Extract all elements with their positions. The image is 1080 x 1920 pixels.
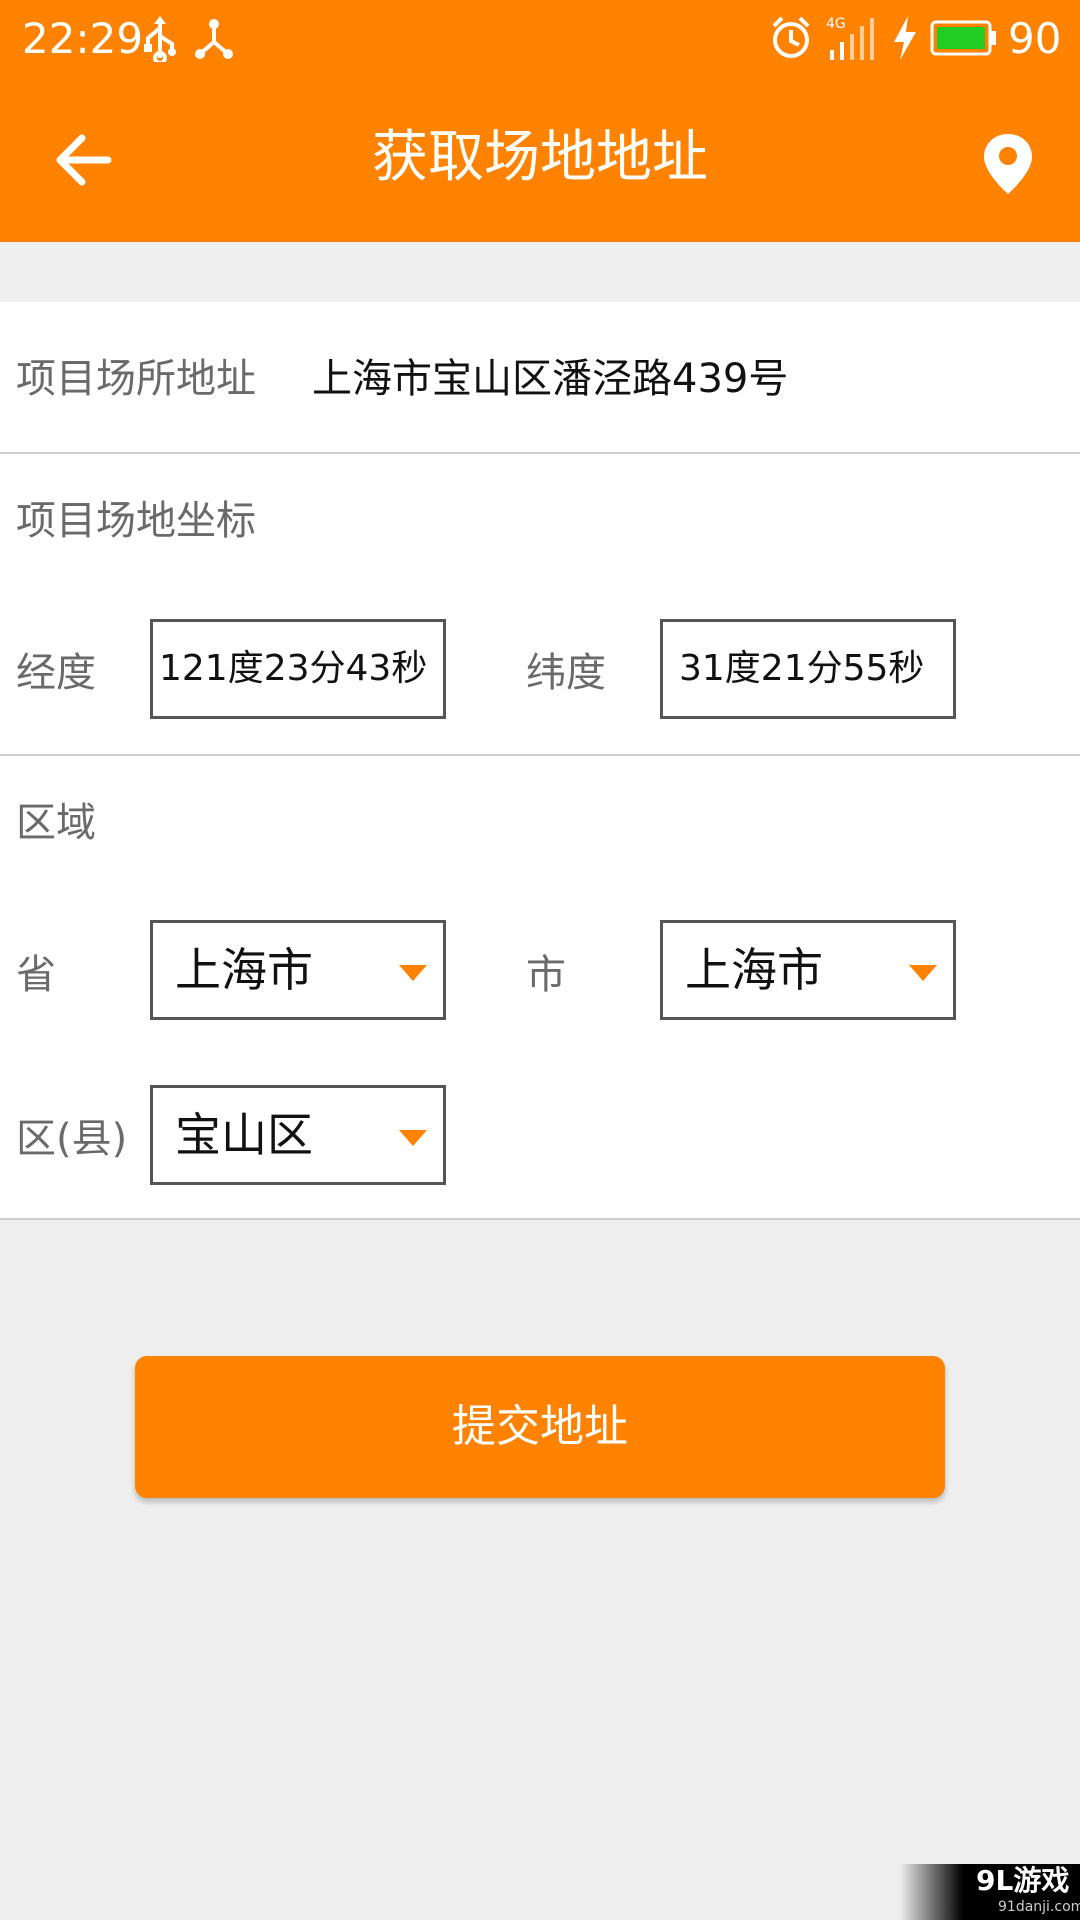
site-address-label: 项目场所地址	[16, 356, 256, 402]
province-label: 省	[16, 952, 56, 998]
province-selected-value: 上海市	[175, 943, 313, 997]
region-section-label: 区域	[16, 800, 96, 846]
location-pin-icon[interactable]	[980, 132, 1036, 196]
battery-level: 90	[1008, 14, 1062, 63]
status-bar: 22:29 4G 90	[0, 0, 1080, 78]
signal-icon: 4G	[826, 16, 874, 60]
divider	[0, 754, 1080, 756]
share-network-icon	[195, 19, 233, 59]
watermark-url: 91danji.com	[998, 1899, 1080, 1915]
district-selected-value: 宝山区	[175, 1108, 313, 1162]
alarm-icon	[772, 16, 810, 58]
city-select[interactable]: 上海市	[660, 920, 956, 1020]
latitude-value: 31度21分55秒	[679, 648, 925, 689]
divider	[0, 1218, 1080, 1220]
watermark: 9L游戏 91danji.com	[900, 1864, 1080, 1920]
dropdown-caret-icon	[399, 965, 427, 981]
dropdown-caret-icon	[909, 965, 937, 981]
usb-icon	[144, 16, 176, 62]
longitude-label: 经度	[16, 650, 96, 696]
longitude-field[interactable]: 121度23分43秒	[150, 619, 446, 719]
watermark-logo: 9L游戏	[976, 1864, 1070, 1897]
toolbar: 获取场地地址	[0, 78, 1080, 242]
back-arrow-icon[interactable]	[48, 124, 120, 196]
coordinates-section-label: 项目场地坐标	[16, 498, 256, 544]
district-select[interactable]: 宝山区	[150, 1085, 446, 1185]
charging-icon	[894, 16, 916, 60]
district-label: 区(县)	[16, 1116, 128, 1162]
network-type-label: 4G	[826, 16, 846, 32]
longitude-value: 121度23分43秒	[159, 648, 428, 689]
status-time: 22:29	[22, 14, 144, 63]
province-select[interactable]: 上海市	[150, 920, 446, 1020]
app-header: 22:29 4G 90 获取场地地址	[0, 0, 1080, 242]
latitude-label: 纬度	[526, 650, 606, 696]
submit-address-button[interactable]: 提交地址	[135, 1356, 945, 1498]
divider	[0, 452, 1080, 454]
battery-icon	[930, 20, 996, 56]
site-address-value: 上海市宝山区潘泾路439号	[312, 356, 789, 402]
dropdown-caret-icon	[399, 1130, 427, 1146]
page-title: 获取场地地址	[372, 125, 708, 190]
city-selected-value: 上海市	[685, 943, 823, 997]
latitude-field[interactable]: 31度21分55秒	[660, 619, 956, 719]
address-form-panel: 项目场所地址 上海市宝山区潘泾路439号 项目场地坐标 经度 121度23分43…	[0, 302, 1080, 1220]
city-label: 市	[526, 952, 566, 998]
